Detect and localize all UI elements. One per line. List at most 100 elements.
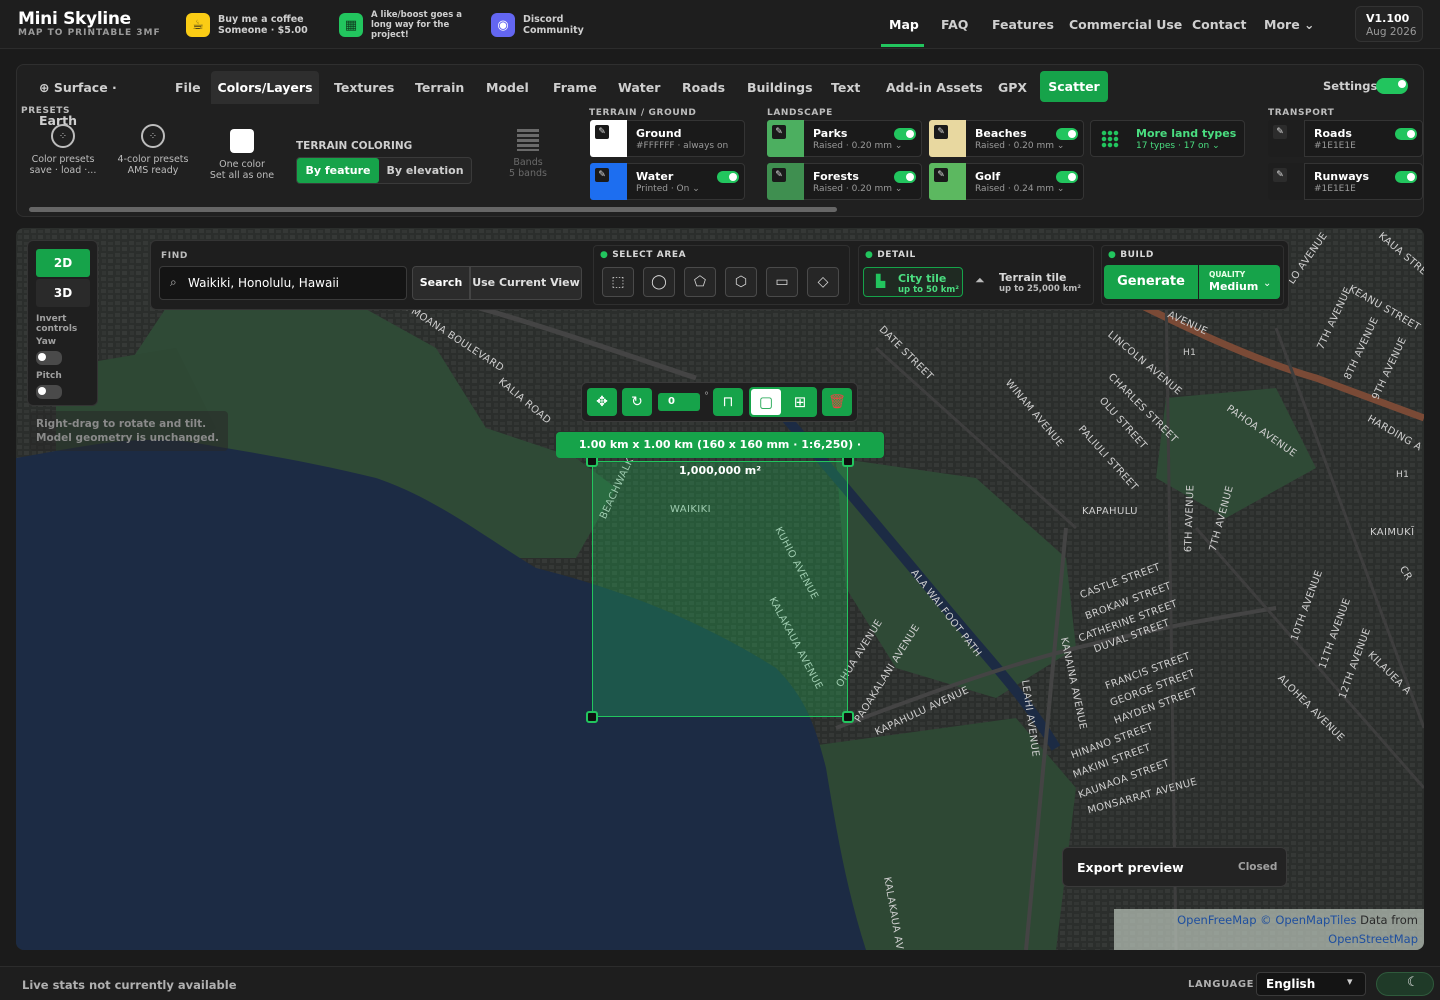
quality-select[interactable]: QUALITY Medium ⌄: [1199, 265, 1280, 299]
nav-more[interactable]: More ⌄: [1264, 17, 1315, 32]
chevron-down-icon: ⌄: [1212, 141, 1220, 151]
tab-frame[interactable]: Frame: [553, 71, 597, 104]
yaw-toggle[interactable]: [36, 351, 62, 365]
tab-add-in-assets[interactable]: Add-in Assets: [886, 71, 983, 104]
forests-toggle[interactable]: [894, 171, 916, 183]
resize-handle-bottom-right[interactable]: [842, 711, 854, 723]
trash-icon[interactable]: 🗑: [822, 388, 852, 416]
map-canvas[interactable]: ALA MOANA BOULEVARD KALIA ROAD DATE STRE…: [16, 228, 1424, 950]
discord-promo-sub: Community: [523, 25, 584, 36]
chevron-down-icon: ⌄: [692, 184, 700, 194]
terrain-tile-option[interactable]: ⏶ Terrain tile up to 25,000 km²: [969, 267, 1089, 297]
caret-down-icon: ▾: [1347, 975, 1353, 988]
draw-polygon-icon[interactable]: ⬠: [684, 267, 716, 297]
openmaptiles-link[interactable]: © OpenMapTiles: [1260, 913, 1356, 927]
brand-name[interactable]: Mini Skyline: [18, 9, 131, 29]
theme-toggle[interactable]: ☾: [1376, 972, 1434, 996]
roads-layer-card[interactable]: ✎ Roads #1E1E1E: [1268, 120, 1423, 157]
tab-file[interactable]: File: [175, 71, 201, 104]
openstreetmap-link[interactable]: OpenStreetMap: [1120, 930, 1418, 949]
forests-swatch[interactable]: ✎: [767, 163, 804, 200]
draw-rectangle-icon[interactable]: ⬚: [602, 267, 634, 297]
rotate-icon[interactable]: ↻: [622, 388, 652, 416]
more-land-types-card[interactable]: More land types 17 types · 17 on ⌄: [1090, 120, 1245, 157]
nav-faq[interactable]: FAQ: [941, 17, 968, 32]
unlock-icon[interactable]: ⊓: [713, 388, 743, 416]
draw-freeform-icon[interactable]: ◇: [807, 267, 839, 297]
by-elevation-button[interactable]: By elevation: [379, 158, 471, 183]
language-select[interactable]: English ▾: [1256, 972, 1366, 996]
water-layer-card[interactable]: ✎ Water Printed · On ⌄: [590, 163, 745, 200]
coffee-promo[interactable]: ☕ Buy me a coffee Someone · $5.00: [186, 9, 308, 41]
runways-swatch[interactable]: ✎: [1268, 163, 1305, 200]
parks-layer-card[interactable]: ✎ Parks Raised · 0.20 mm ⌄: [767, 120, 922, 157]
runways-layer-card[interactable]: ✎ Runways #1E1E1E: [1268, 163, 1423, 200]
water-toggle[interactable]: [717, 171, 739, 183]
view-2d-button[interactable]: 2D: [36, 249, 90, 277]
rotation-input[interactable]: 0: [658, 393, 700, 411]
nav-map[interactable]: Map: [889, 17, 919, 32]
beaches-swatch[interactable]: ✎: [929, 120, 966, 157]
nav-contact[interactable]: Contact: [1192, 17, 1246, 32]
golf-swatch[interactable]: ✎: [929, 163, 966, 200]
generate-button[interactable]: Generate: [1104, 265, 1198, 299]
search-button[interactable]: Search: [412, 266, 470, 300]
beaches-toggle[interactable]: [1056, 128, 1078, 140]
use-current-view-button[interactable]: Use Current View: [470, 266, 582, 300]
view-3d-button[interactable]: 3D: [36, 279, 90, 307]
nav-commercial-use[interactable]: Commercial Use: [1069, 17, 1182, 32]
bands-button[interactable]: Bands 5 bands: [503, 129, 553, 179]
runways-toggle[interactable]: [1395, 171, 1417, 183]
by-feature-button[interactable]: By feature: [297, 158, 379, 183]
beaches-layer-card[interactable]: ✎ Beaches Raised · 0.20 mm ⌄: [929, 120, 1084, 157]
select-area-group: ● SELECT AREA ⬚ ◯ ⬠ ⬡ ▭ ◇: [593, 245, 850, 305]
tab-colors-layers[interactable]: Colors/Layers: [211, 71, 319, 104]
tab-buildings[interactable]: Buildings: [747, 71, 813, 104]
boost-promo[interactable]: ▦ A like/boost goes a long way for the pro…: [339, 9, 462, 41]
tab-scatter[interactable]: Scatter: [1040, 71, 1108, 102]
draw-circle-icon[interactable]: ◯: [643, 267, 675, 297]
tab-water[interactable]: Water: [618, 71, 660, 104]
roads-toggle[interactable]: [1395, 128, 1417, 140]
color-presets-button[interactable]: ⁘ Color presets save · load ·...: [15, 124, 111, 176]
golf-layer-card[interactable]: ✎ Golf Raised · 0.24 mm ⌄: [929, 163, 1084, 200]
tab-roads[interactable]: Roads: [682, 71, 725, 104]
discord-promo[interactable]: ◉ Discord Community: [491, 9, 584, 41]
city-tile-option[interactable]: ▙ City tile up to 50 km²: [863, 267, 963, 297]
water-swatch[interactable]: ✎: [590, 163, 627, 200]
bands-sub: 5 bands: [509, 168, 547, 179]
grid-tiles-icon[interactable]: ⊞: [785, 389, 815, 415]
draw-box-icon[interactable]: ▭: [766, 267, 798, 297]
openfreemap-link[interactable]: OpenFreeMap: [1177, 913, 1256, 927]
parks-swatch[interactable]: ✎: [767, 120, 804, 157]
one-color-button[interactable]: One color Set all as one: [194, 129, 290, 181]
draw-hexagon-icon[interactable]: ⬡: [725, 267, 757, 297]
export-preview-panel[interactable]: Export preview Closed: [1062, 847, 1287, 887]
search-input[interactable]: ⌕ Waikiki, Honolulu, Hawaii: [159, 266, 407, 300]
ground-swatch[interactable]: ✎: [590, 120, 627, 157]
single-tile-icon[interactable]: ▢: [751, 389, 781, 415]
resize-handle-bottom-left[interactable]: [586, 711, 598, 723]
selection-area[interactable]: [592, 461, 848, 717]
roads-swatch[interactable]: ✎: [1268, 120, 1305, 157]
nav-features[interactable]: Features: [992, 17, 1054, 32]
tab-surface[interactable]: ⊕ Surface · Earth: [39, 71, 153, 128]
settings-toggle[interactable]: [1376, 78, 1408, 94]
tab-terrain[interactable]: Terrain: [415, 71, 464, 104]
tab-gpx[interactable]: GPX: [998, 71, 1027, 104]
search-input-value: Waikiki, Honolulu, Hawaii: [188, 276, 340, 290]
golf-toggle[interactable]: [1056, 171, 1078, 183]
pitch-toggle[interactable]: [36, 385, 62, 399]
parks-toggle[interactable]: [894, 128, 916, 140]
move-icon[interactable]: ✥: [587, 388, 617, 416]
forests-sub-text: Raised · 0.20 mm: [813, 184, 893, 194]
ground-layer-card[interactable]: ✎ Ground #FFFFFF · always on: [590, 120, 745, 157]
four-color-presets-button[interactable]: ⁘ 4-color presets AMS ready: [105, 124, 201, 176]
tab-text[interactable]: Text: [831, 71, 860, 104]
toolbar-scrollbar[interactable]: [29, 207, 837, 212]
chevron-down-icon: ⌄: [894, 184, 903, 194]
tab-textures[interactable]: Textures: [334, 71, 394, 104]
forests-layer-card[interactable]: ✎ Forests Raised · 0.20 mm ⌄: [767, 163, 922, 200]
tab-model[interactable]: Model: [486, 71, 529, 104]
terrain-coloring-segmented: By feature By elevation: [296, 157, 472, 184]
